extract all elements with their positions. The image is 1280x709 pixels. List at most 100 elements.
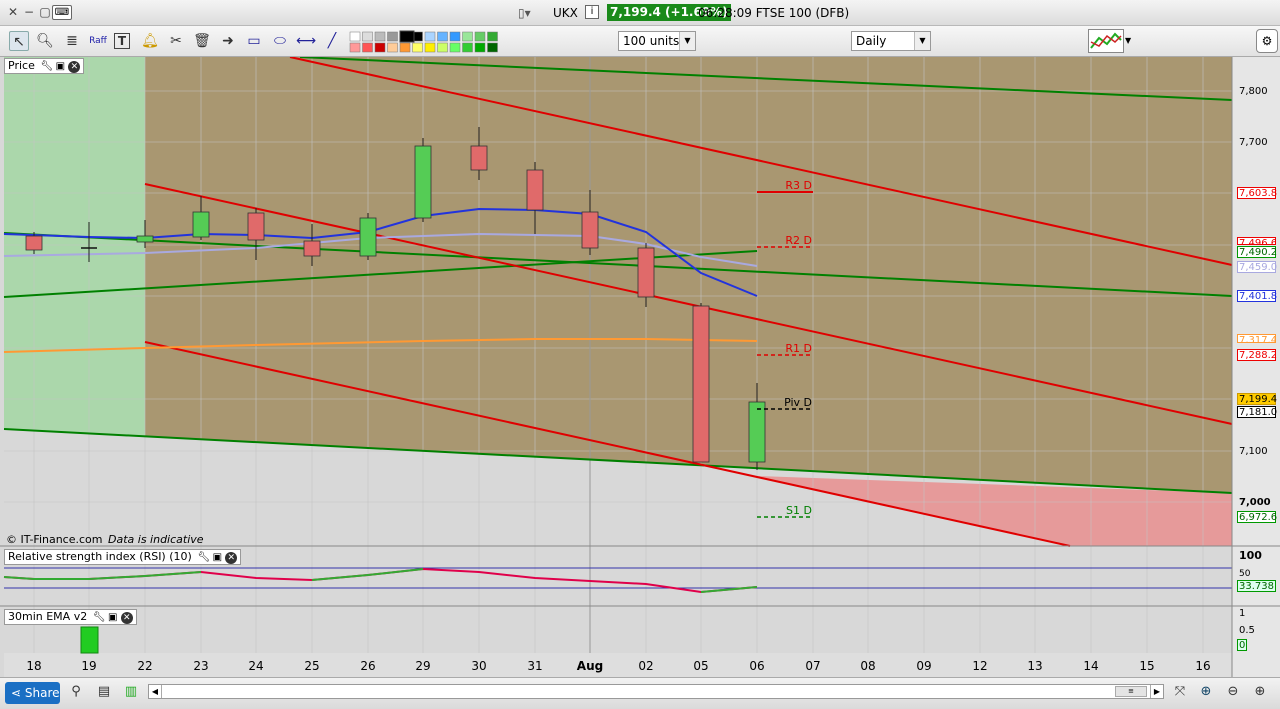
palette-swatch	[462, 42, 473, 53]
scroll-left-icon[interactable]: ◀	[149, 685, 162, 698]
candle-body	[247, 212, 265, 241]
crosshair-settings-icon[interactable]: ⚲	[66, 682, 86, 702]
scroll-thumb[interactable]: ≡	[1115, 686, 1147, 697]
palette-swatch	[487, 42, 498, 53]
close-window-icon[interactable]: ✕	[6, 5, 20, 19]
wrench-icon[interactable]: 🔧︎	[197, 551, 210, 565]
keyboard-icon[interactable]: ⌨	[52, 5, 72, 20]
palette-swatch	[449, 42, 461, 53]
chart-area[interactable]: R3 D R2 D R1 D Piv D S1 D Price 🔧︎ ▣ ✕ © IT-Fi…	[0, 57, 1280, 677]
chart-type-icon[interactable]	[1088, 29, 1124, 53]
price-panel-title[interactable]: Price 🔧︎ ▣ ✕	[4, 58, 85, 74]
close-icon[interactable]: ✕	[225, 552, 238, 564]
date-label: 23	[193, 659, 209, 673]
wrench-icon[interactable]: 🔧︎	[93, 611, 106, 625]
tag-r1: 7,288.2	[1237, 349, 1278, 361]
horizontal-scrollbar[interactable]: ◀ ≡ ▶	[148, 684, 1164, 699]
maximize-icon[interactable]: ▢	[38, 5, 52, 19]
palette-swatch	[487, 31, 498, 42]
window-icon[interactable]: ▣	[211, 551, 223, 565]
raff-channel-icon[interactable]: Raff	[88, 31, 108, 51]
list-icon[interactable]: ▤	[94, 682, 114, 702]
date-label: 08	[860, 659, 876, 673]
date-label: 30	[471, 659, 487, 673]
scroll-right-icon[interactable]: ▶	[1150, 685, 1163, 698]
candle-body	[136, 235, 154, 243]
ellipse-tool-icon[interactable]: ⬭	[270, 31, 290, 51]
palette-swatch	[362, 42, 373, 53]
wrench-icon[interactable]: 🔧︎	[40, 60, 53, 74]
rsi-axis-50: 50	[1239, 569, 1251, 579]
date-label: 26	[360, 659, 376, 673]
cursor-icon[interactable]: ↖	[9, 31, 29, 51]
color-palette[interactable]	[348, 30, 503, 54]
palette-swatch	[474, 42, 486, 53]
date-label: 13	[1027, 659, 1043, 673]
info-icon[interactable]: i	[585, 5, 599, 19]
rsi-value-tag: 33.738	[1237, 580, 1276, 592]
indicators-icon[interactable]: ▥	[121, 682, 141, 702]
chevron-down-icon: ▼	[914, 32, 930, 50]
window-icon[interactable]: ▣	[107, 611, 119, 625]
candle-body	[692, 305, 710, 463]
symbol-label: UKX	[553, 6, 578, 20]
palette-swatch	[349, 42, 361, 53]
zoom-icon[interactable]: 🔍︎	[35, 31, 55, 51]
candle-body	[526, 169, 544, 211]
share-button[interactable]: ⋖ Share	[5, 682, 60, 704]
chart-type-chevron-icon[interactable]: ▼	[1125, 36, 1131, 45]
trendline-tool-icon[interactable]: ╱	[322, 31, 342, 51]
ema-axis-1: 1	[1239, 608, 1246, 619]
price-chart-svg[interactable]: R3 D R2 D R1 D Piv D S1 D	[0, 57, 1280, 677]
zoom-out-icon[interactable]: ⊖	[1223, 682, 1243, 702]
minimize-icon[interactable]: −	[22, 5, 36, 19]
interval-select-value: Daily	[856, 34, 887, 48]
zoom-fit-icon[interactable]: ⊕	[1196, 682, 1216, 702]
date-label: 31	[527, 659, 543, 673]
date-label: 29	[415, 659, 431, 673]
tools-icon[interactable]: ✂	[166, 31, 186, 51]
axis-label-7000: 7,000	[1239, 497, 1271, 508]
axis-label-7800: 7,800	[1239, 86, 1268, 97]
candle-body	[748, 401, 766, 463]
text-tool-icon[interactable]: T	[114, 33, 130, 49]
ema-axis-05: 0.5	[1239, 625, 1255, 636]
date-label: Aug	[576, 659, 604, 673]
rsi-axis-100: 100	[1239, 549, 1262, 562]
candle-body	[470, 145, 488, 171]
horizontal-line-icon[interactable]: ⟷	[296, 31, 316, 51]
rsi-panel-title[interactable]: Relative strength index (RSI) (10) 🔧︎ ▣ ✕	[4, 549, 242, 565]
palette-selected	[399, 30, 415, 43]
close-icon[interactable]: ✕	[68, 61, 81, 73]
units-select[interactable]: 100 units ▼	[618, 31, 696, 51]
share-label: Share	[24, 686, 60, 700]
title-bar: ✕ − ▢ ⌨ ▯▾ UKX i 7,199.4 (+1.69%) 06:28:…	[0, 0, 1280, 26]
ema-panel-title[interactable]: 30min EMA v2 🔧︎ ▣ ✕	[4, 609, 137, 625]
red-channel-fill	[145, 57, 1232, 493]
fibonacci-icon[interactable]: ≣	[62, 31, 82, 51]
palette-swatch	[374, 31, 386, 42]
candle-body	[192, 211, 210, 238]
tag-last: 7,199.4	[1237, 393, 1278, 405]
candle-body	[303, 240, 321, 257]
pivot-label-piv: Piv D	[784, 396, 812, 409]
tag-ma-lav: 7,459.0	[1237, 261, 1278, 273]
trash-icon[interactable]: 🗑︎	[192, 31, 212, 51]
palette-swatch	[349, 31, 361, 42]
settings-icon[interactable]: ⚙	[1256, 29, 1278, 53]
zoom-in-icon[interactable]: ⊕	[1250, 682, 1270, 702]
drag-tool-icon[interactable]: ⤧	[1170, 682, 1190, 702]
axis-label-7700: 7,700	[1239, 137, 1268, 148]
rectangle-tool-icon[interactable]: ▭	[244, 31, 264, 51]
close-icon[interactable]: ✕	[120, 612, 133, 624]
date-label: 19	[81, 659, 97, 673]
alert-bell-icon[interactable]: 🔔︎	[140, 31, 160, 51]
date-label: 24	[248, 659, 264, 673]
interval-select[interactable]: Daily ▼	[851, 31, 931, 51]
palette-swatch	[412, 42, 423, 53]
date-label: 22	[137, 659, 153, 673]
tag-r3: 7,603.8	[1237, 187, 1278, 199]
window-icon[interactable]: ▣	[54, 60, 66, 74]
arrow-right-icon[interactable]: ➜	[218, 31, 238, 51]
window-toggle-icon[interactable]: ▯▾	[518, 6, 531, 20]
